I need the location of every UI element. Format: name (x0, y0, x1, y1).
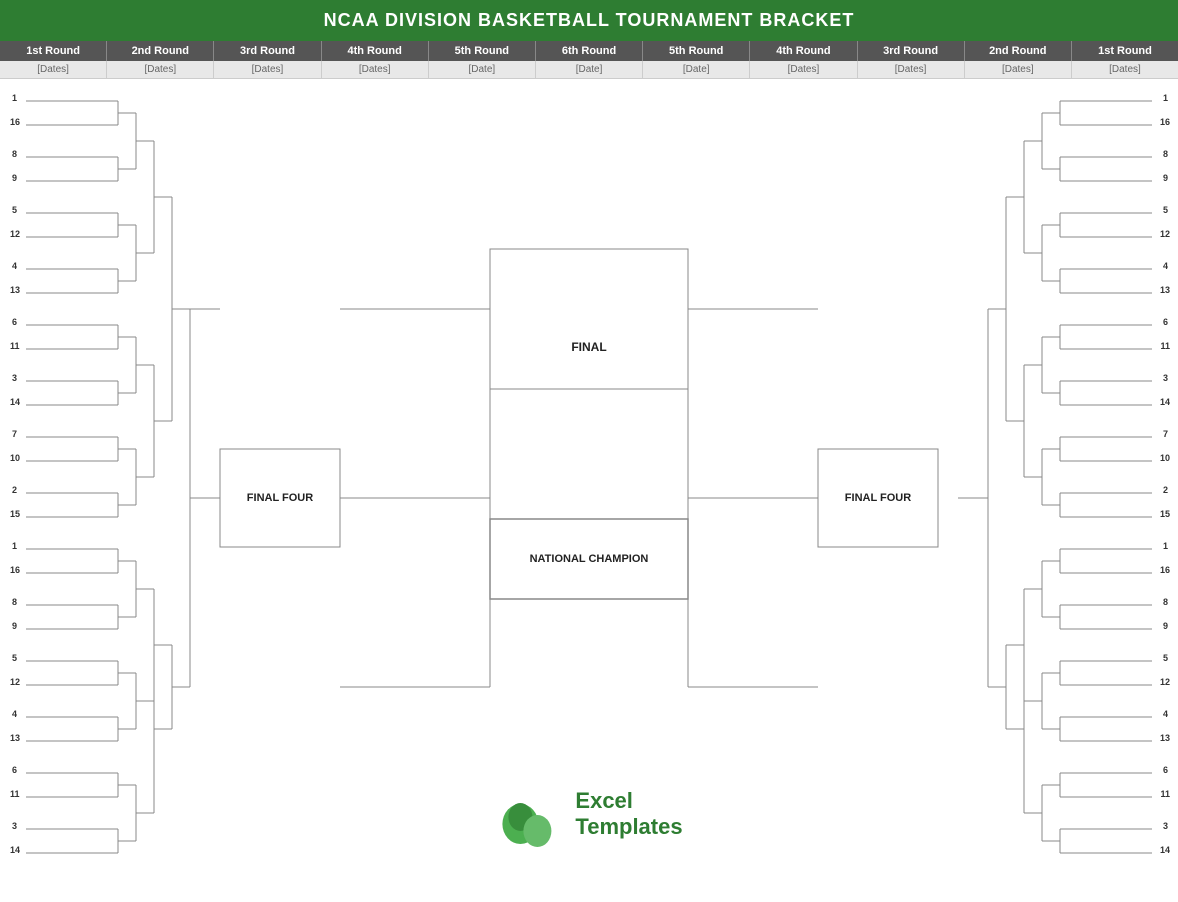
date-4-right: [Dates] (750, 61, 857, 78)
date-6-center: [Date] (536, 61, 643, 78)
round-1-left: 1st Round (0, 41, 107, 61)
seed-br-13: 13 (1160, 733, 1170, 743)
seed-tr-3: 3 (1163, 373, 1168, 383)
seed-tr-4: 4 (1163, 261, 1168, 271)
seed-bl-14: 14 (10, 845, 20, 855)
seed-tl-1: 1 (12, 93, 17, 103)
date-1-left: [Dates] (0, 61, 107, 78)
seed-tl-15: 15 (10, 509, 20, 519)
seed-tl-16: 16 (10, 117, 20, 127)
round-3-right: 3rd Round (858, 41, 965, 61)
seed-tr-16: 16 (1160, 117, 1170, 127)
seed-bl-13: 13 (10, 733, 20, 743)
seed-tr-6: 6 (1163, 317, 1168, 327)
round-5-right: 5th Round (643, 41, 750, 61)
seed-tr-2: 2 (1163, 485, 1168, 495)
date-5-right: [Date] (643, 61, 750, 78)
seed-bl-3: 3 (12, 821, 17, 831)
seed-tl-2: 2 (12, 485, 17, 495)
national-champion-label: NATIONAL CHAMPION (490, 519, 688, 599)
seed-br-11: 11 (1160, 789, 1170, 799)
date-3-left: [Dates] (214, 61, 321, 78)
watermark: Excel Templates (495, 779, 682, 849)
seed-bl-6: 6 (12, 765, 17, 775)
seed-tl-13: 13 (10, 285, 20, 295)
date-1-right: [Dates] (1072, 61, 1178, 78)
date-2-right: [Dates] (965, 61, 1072, 78)
seed-bl-12: 12 (10, 677, 20, 687)
round-2-right: 2nd Round (965, 41, 1072, 61)
seed-tl-9: 9 (12, 173, 17, 183)
page-title: NCAA DIVISION BASKETBALL TOURNAMENT BRAC… (0, 0, 1178, 41)
seed-tl-12: 12 (10, 229, 20, 239)
seed-bl-11: 11 (10, 789, 20, 799)
round-6-center: 6th Round (536, 41, 643, 61)
seed-bl-9: 9 (12, 621, 17, 631)
bracket-area: 1 16 8 9 5 12 4 13 6 11 3 14 7 10 2 15 1… (0, 79, 1178, 879)
seed-tl-8: 8 (12, 149, 17, 159)
seed-br-12: 12 (1160, 677, 1170, 687)
seed-tl-5: 5 (12, 205, 17, 215)
seed-tl-7: 7 (12, 429, 17, 439)
seed-br-9: 9 (1163, 621, 1168, 631)
final-label: FINAL (490, 307, 688, 387)
seed-tr-10: 10 (1160, 453, 1170, 463)
round-5-left: 5th Round (429, 41, 536, 61)
date-headers: [Dates] [Dates] [Dates] [Dates] [Date] [… (0, 61, 1178, 79)
seed-bl-5: 5 (12, 653, 17, 663)
round-2-left: 2nd Round (107, 41, 214, 61)
seed-tr-14: 14 (1160, 397, 1170, 407)
seed-tl-10: 10 (10, 453, 20, 463)
seed-tl-14: 14 (10, 397, 20, 407)
seed-br-4: 4 (1163, 709, 1168, 719)
seed-tr-12: 12 (1160, 229, 1170, 239)
seed-br-6: 6 (1163, 765, 1168, 775)
seed-tl-4: 4 (12, 261, 17, 271)
seed-br-8: 8 (1163, 597, 1168, 607)
seed-br-16: 16 (1160, 565, 1170, 575)
seed-br-3: 3 (1163, 821, 1168, 831)
round-headers: 1st Round 2nd Round 3rd Round 4th Round … (0, 41, 1178, 61)
seed-tr-5: 5 (1163, 205, 1168, 215)
seed-tr-7: 7 (1163, 429, 1168, 439)
seed-bl-8: 8 (12, 597, 17, 607)
seed-tl-11: 11 (10, 341, 20, 351)
seed-bl-16: 16 (10, 565, 20, 575)
seed-tr-15: 15 (1160, 509, 1170, 519)
final-four-right-label: FINAL FOUR (818, 469, 938, 527)
seed-br-5: 5 (1163, 653, 1168, 663)
seed-tr-13: 13 (1160, 285, 1170, 295)
seed-bl-1: 1 (12, 541, 17, 551)
final-four-left-label: FINAL FOUR (220, 469, 340, 527)
date-3-right: [Dates] (858, 61, 965, 78)
seed-br-1: 1 (1163, 541, 1168, 551)
seed-tr-8: 8 (1163, 149, 1168, 159)
round-4-left: 4th Round (322, 41, 429, 61)
date-5-left: [Date] (429, 61, 536, 78)
seed-tl-3: 3 (12, 373, 17, 383)
round-3-left: 3rd Round (214, 41, 321, 61)
date-4-left: [Dates] (322, 61, 429, 78)
seed-tr-9: 9 (1163, 173, 1168, 183)
seed-tr-1: 1 (1163, 93, 1168, 103)
seed-br-14: 14 (1160, 845, 1170, 855)
round-4-right: 4th Round (750, 41, 857, 61)
seed-tl-6: 6 (12, 317, 17, 327)
seed-tr-11: 11 (1160, 341, 1170, 351)
date-2-left: [Dates] (107, 61, 214, 78)
bracket-svg (0, 79, 1178, 879)
seed-bl-4: 4 (12, 709, 17, 719)
excel-templates-logo (495, 779, 565, 849)
watermark-text: Excel Templates (575, 788, 682, 841)
round-1-right: 1st Round (1072, 41, 1178, 61)
